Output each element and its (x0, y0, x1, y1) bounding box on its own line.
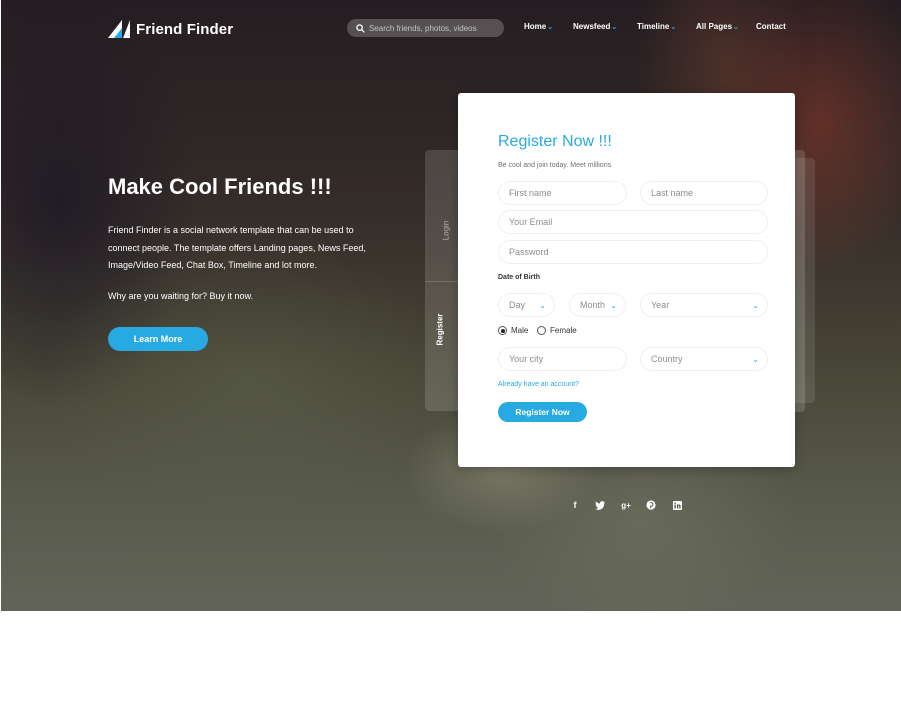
search-bar[interactable] (347, 19, 504, 37)
register-title: Register Now !!! (498, 133, 612, 150)
facebook-icon[interactable]: f (568, 498, 582, 512)
day-select-value: Day (509, 300, 526, 310)
chevron-down-icon: ⌄ (733, 23, 739, 31)
nav-item-all-pages[interactable]: All Pages ⌄ (696, 22, 739, 31)
learn-more-button[interactable]: Learn More (108, 327, 208, 351)
country-select[interactable]: Country ⌄ (640, 347, 768, 371)
chevron-down-icon: ⌄ (539, 300, 546, 310)
nav-item-contact[interactable]: Contact (756, 22, 786, 31)
city-field[interactable]: Your city (498, 347, 627, 371)
last-name-field[interactable]: Last name (640, 181, 768, 205)
first-name-placeholder: First name (509, 188, 552, 198)
month-select-value: Month (580, 300, 606, 310)
search-icon (356, 23, 365, 33)
already-have-account-link[interactable]: Already have an account? (498, 381, 579, 388)
nav-item-label: All Pages (696, 22, 733, 31)
year-select-value: Year (651, 300, 670, 310)
chevron-down-icon: ⌄ (547, 23, 554, 31)
twitter-icon[interactable] (593, 498, 607, 512)
tab-register[interactable]: Register (425, 303, 455, 355)
gender-female-radio[interactable] (537, 326, 546, 335)
country-select-value: Country (651, 354, 683, 364)
linkedin-icon-glyph (672, 500, 682, 510)
brand-logo[interactable]: Friend Finder (108, 20, 233, 38)
gender-female-option[interactable]: Female (537, 326, 577, 335)
register-card: Register Now !!! Be cool and join today.… (458, 93, 795, 467)
nav-item-label: Timeline (637, 22, 670, 31)
register-now-button[interactable]: Register Now (498, 402, 587, 422)
chevron-down-icon: ⌄ (610, 300, 617, 310)
gender-male-option[interactable]: Male (498, 326, 528, 335)
tab-register-label: Register (435, 312, 445, 346)
nav-item-label: Newsfeed (573, 22, 611, 31)
city-placeholder: Your city (509, 354, 544, 364)
chevron-down-icon: ⌄ (752, 300, 759, 310)
logo-icon (108, 20, 130, 38)
day-select[interactable]: Day ⌄ (498, 293, 555, 317)
hero-cta-text: Why are you waiting for? Buy it now. (108, 291, 254, 301)
twitter-icon-glyph (595, 500, 605, 510)
linkedin-icon[interactable] (670, 498, 684, 512)
last-name-placeholder: Last name (651, 188, 694, 198)
nav-item-home[interactable]: Home ⌄ (524, 22, 553, 31)
nav-item-label: Contact (756, 22, 786, 31)
year-select[interactable]: Year ⌄ (640, 293, 768, 317)
nav-item-timeline[interactable]: Timeline ⌄ (637, 22, 676, 31)
hero-description: Friend Finder is a social network templa… (108, 225, 366, 270)
gender-male-label: Male (511, 326, 529, 335)
chevron-down-icon: ⌄ (611, 23, 618, 31)
chevron-down-icon: ⌄ (670, 23, 677, 31)
tab-login[interactable]: Login (433, 205, 459, 255)
pinterest-icon-glyph (646, 500, 656, 510)
tab-login-label: Login (441, 220, 451, 240)
password-placeholder: Password (509, 247, 549, 257)
google-plus-icon[interactable]: g+ (619, 498, 633, 512)
email-placeholder: Your Email (509, 217, 553, 227)
email-field[interactable]: Your Email (498, 210, 768, 234)
hero-title: Make Cool Friends !!! (108, 174, 332, 199)
gender-female-label: Female (550, 326, 577, 335)
nav-item-label: Home (524, 22, 547, 31)
dob-label: Date of Birth (498, 274, 540, 281)
nav-item-newsfeed[interactable]: Newsfeed ⌄ (573, 22, 617, 31)
pinterest-icon[interactable] (644, 498, 658, 512)
month-select[interactable]: Month ⌄ (569, 293, 626, 317)
register-subtitle: Be cool and join today. Meet millions (498, 162, 612, 169)
chevron-down-icon: ⌄ (752, 354, 759, 364)
password-field[interactable]: Password (498, 240, 768, 264)
first-name-field[interactable]: First name (498, 181, 627, 205)
search-input[interactable] (369, 23, 499, 33)
brand-name: Friend Finder (136, 20, 234, 38)
gender-male-radio[interactable] (498, 326, 507, 335)
